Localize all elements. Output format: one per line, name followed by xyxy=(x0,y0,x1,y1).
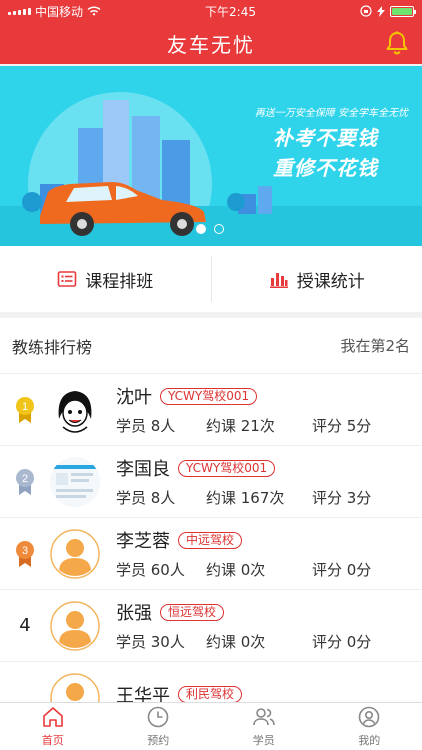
tab-home[interactable]: 首页 xyxy=(0,703,106,750)
tab-profile[interactable]: 我的 xyxy=(317,703,422,750)
bottom-tab-bar: 首页 预约 学员 我的 xyxy=(0,702,422,750)
tab-label: 学员 xyxy=(252,734,275,747)
banner-slogan-1: 补考不要钱 xyxy=(273,126,378,150)
teaching-stats-button[interactable]: 授课统计 xyxy=(212,246,422,312)
tab-label: 首页 xyxy=(41,734,64,747)
status-right xyxy=(360,5,416,17)
school-tag: 利民驾校 xyxy=(178,686,243,702)
ranking-title: 教练排行榜 xyxy=(12,337,93,357)
course-schedule-label: 课程排班 xyxy=(85,271,154,292)
lesson-count: 约课 167次 xyxy=(206,489,285,507)
page-title: 友车无忧 xyxy=(167,32,255,57)
student-count: 学员 60人 xyxy=(116,561,185,579)
rank-badge: 1 xyxy=(0,396,50,424)
banner-slogan-2: 重修不花钱 xyxy=(273,156,378,180)
avatar xyxy=(50,456,100,507)
rank-number: 1 xyxy=(22,401,28,413)
course-schedule-button[interactable]: 课程排班 xyxy=(0,246,211,312)
coach-row[interactable]: 1 沈叶 YCWY驾校001 学员 8人 约课 21次 评分 5分 xyxy=(0,374,422,446)
bar-chart-icon xyxy=(269,273,288,288)
top-bar: 中国移动 下午2:45 友车无忧 xyxy=(0,0,422,64)
school-tag: YCWY驾校001 xyxy=(178,459,276,477)
coach-row[interactable]: 2 李国良 YCWY驾校001 学员 8人 约课 167次 评分 3分 xyxy=(0,446,422,518)
coach-score: 评分 0分 xyxy=(312,633,372,651)
avatar xyxy=(50,384,100,435)
clock-icon xyxy=(147,706,169,728)
orientation-lock-icon xyxy=(360,5,372,17)
tab-appointment[interactable]: 预约 xyxy=(106,703,212,750)
student-count: 学员 8人 xyxy=(116,417,176,435)
coach-row[interactable]: 4 张强 恒远驾校 学员 30人 约课 0次 评分 0分 xyxy=(0,590,422,662)
rank-badge: 3 xyxy=(0,540,50,568)
quick-actions: 课程排班 授课统计 xyxy=(0,246,422,312)
tab-label: 我的 xyxy=(358,734,381,747)
charging-icon xyxy=(377,5,385,17)
coach-score: 评分 3分 xyxy=(312,489,372,507)
lesson-count: 约课 0次 xyxy=(206,561,266,579)
rank-number: 3 xyxy=(22,545,28,557)
coach-info: 沈叶 YCWY驾校001 学员 8人 约课 21次 评分 5分 xyxy=(116,383,422,436)
wifi-icon xyxy=(87,6,101,16)
teaching-stats-label: 授课统计 xyxy=(296,271,365,292)
bell-icon[interactable] xyxy=(384,30,410,56)
coach-row[interactable]: 5 王华平 利民驾校 xyxy=(0,662,422,702)
coach-name: 李芝蓉 xyxy=(116,531,170,552)
status-time: 下午2:45 xyxy=(205,4,256,19)
profile-icon xyxy=(358,706,380,728)
carousel-dot[interactable] xyxy=(214,224,224,234)
coach-score: 评分 5分 xyxy=(312,417,372,435)
tab-label: 预约 xyxy=(147,734,170,747)
coach-score: 评分 0分 xyxy=(312,561,372,579)
nav-bar: 友车无忧 xyxy=(0,22,422,64)
school-tag: 中远驾校 xyxy=(178,531,243,549)
silver-medal-icon: 2 xyxy=(16,468,34,495)
my-rank: 我在第2名 xyxy=(340,337,410,355)
school-tag: 恒远驾校 xyxy=(160,603,225,621)
coach-name: 沈叶 xyxy=(116,387,152,408)
schedule-icon xyxy=(57,271,77,287)
school-tag: YCWY驾校001 xyxy=(160,387,258,405)
bronze-medal-icon: 3 xyxy=(16,540,34,567)
coach-info: 李芝蓉 中远驾校 学员 60人 约课 0次 评分 0分 xyxy=(116,527,422,580)
home-icon xyxy=(42,707,63,727)
default-avatar-icon xyxy=(50,528,100,579)
signal-icon xyxy=(8,7,31,15)
gold-medal-icon: 1 xyxy=(16,396,34,423)
student-count: 学员 8人 xyxy=(116,489,176,507)
coach-name: 李国良 xyxy=(116,459,170,480)
coach-info: 张强 恒远驾校 学员 30人 约课 0次 评分 0分 xyxy=(116,599,422,652)
coach-name: 张强 xyxy=(116,603,152,624)
rank-number: 2 xyxy=(22,473,28,485)
rank-badge: 2 xyxy=(0,468,50,496)
coach-info: 李国良 YCWY驾校001 学员 8人 约课 167次 评分 3分 xyxy=(116,455,422,508)
ranking-header: 教练排行榜 我在第2名 xyxy=(0,318,422,374)
carousel-dot[interactable] xyxy=(196,224,206,234)
banner-tagline: 再送一万安全保障 安全学车全无忧 xyxy=(254,108,408,119)
users-icon xyxy=(252,708,275,726)
coach-name: 王华平 xyxy=(116,685,170,703)
status-bar: 中国移动 下午2:45 xyxy=(0,0,422,22)
coach-info: 王华平 利民驾校 xyxy=(116,682,422,703)
tab-students[interactable]: 学员 xyxy=(211,703,317,750)
student-count: 学员 30人 xyxy=(116,633,185,651)
rank-number: 4 xyxy=(19,615,31,636)
coach-ranking: 教练排行榜 我在第2名 1 沈叶 YCWY驾校001 学员 8人 约课 21次 … xyxy=(0,318,422,702)
lesson-count: 约课 0次 xyxy=(206,633,266,651)
carrier-label: 中国移动 xyxy=(35,4,84,19)
promo-banner[interactable]: 再送一万安全保障 安全学车全无忧 补考不要钱 重修不花钱 xyxy=(0,66,422,246)
coach-row[interactable]: 3 李芝蓉 中远驾校 学员 60人 约课 0次 评分 0分 xyxy=(0,518,422,590)
carousel-indicator xyxy=(196,224,224,234)
status-left: 中国移动 xyxy=(8,3,101,20)
lesson-count: 约课 21次 xyxy=(206,417,275,435)
default-avatar-icon xyxy=(50,672,100,702)
battery-icon xyxy=(390,5,416,17)
rank-number: 5 xyxy=(0,672,50,702)
default-avatar-icon xyxy=(50,600,100,651)
